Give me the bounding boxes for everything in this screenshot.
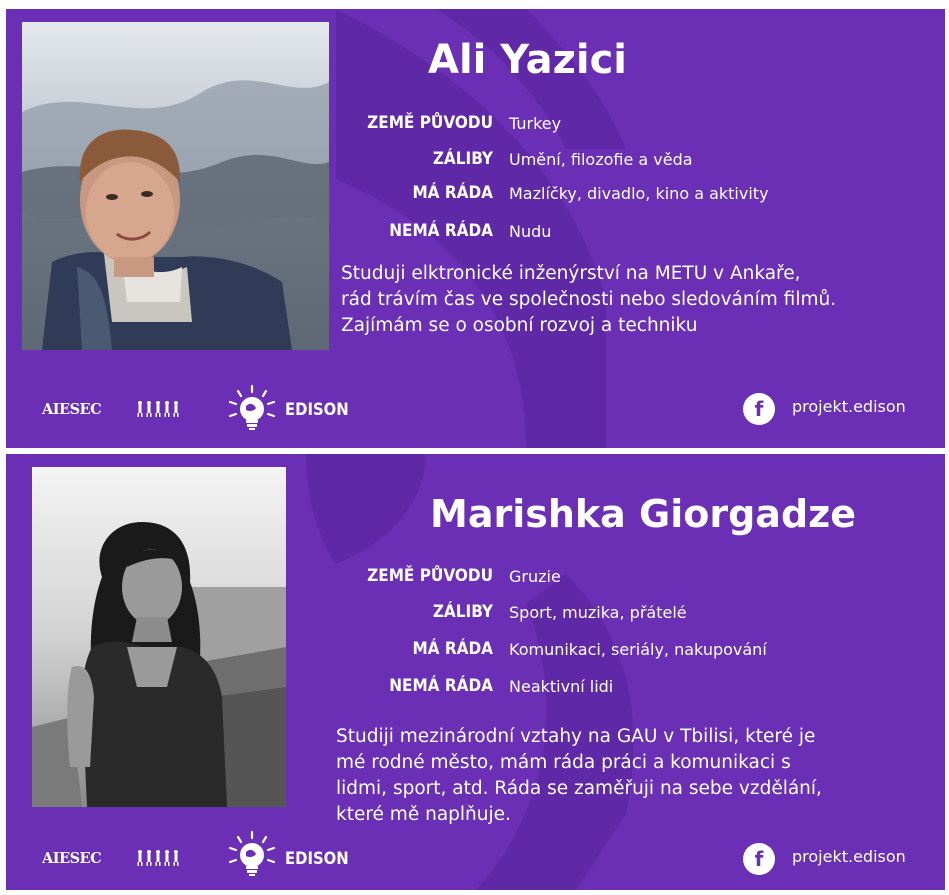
- field-hobbies: ZÁLIBY: [6, 602, 493, 626]
- aiesec-figures-icon: [137, 401, 179, 417]
- field-dislikes: NEMÁ RÁDA: [6, 676, 493, 700]
- bio-line: Studiji mezinárodní vztahy na GAU v Tbil…: [336, 726, 816, 747]
- bio-line: Studuji elktronické inženýrství na METU …: [341, 263, 801, 284]
- facebook-handle-link[interactable]: projekt.edison: [792, 847, 906, 866]
- field-label: ZÁLIBY: [432, 602, 493, 622]
- aiesec-logo: AIESEC: [42, 401, 102, 418]
- aiesec-figures-icon: [137, 850, 179, 866]
- bio-line: rád trávím čas ve společnosti nebo sledo…: [341, 289, 837, 310]
- field-label: ZEMĚ PŮVODU: [367, 566, 493, 586]
- profile-card: Marishka Giorgadze ZEMĚ PŮVODU Gruzie ZÁ…: [6, 454, 945, 890]
- field-value-hobbies: Sport, muzika, přátelé: [509, 603, 687, 622]
- field-value-origin: Gruzie: [509, 567, 561, 586]
- profile-card: Ali Yazici ZEMĚ PŮVODU Turkey ZÁLIBY Umě…: [6, 9, 945, 448]
- field-value-origin: Turkey: [509, 114, 562, 133]
- field-likes: MÁ RÁDA: [6, 183, 493, 207]
- person-name: Marishka Giorgadze: [430, 492, 857, 536]
- bio-text: Studiji mezinárodní vztahy na GAU v Tbil…: [336, 724, 936, 828]
- bio-line: mé rodné město, mám ráda práci a komunik…: [336, 752, 791, 773]
- field-hobbies: ZÁLIBY: [6, 149, 493, 173]
- lightbulb-icon: [228, 384, 276, 430]
- edison-logo: EDISON: [285, 849, 349, 868]
- bio-line: které mě naplňuje.: [336, 804, 511, 825]
- bio-text: Studuji elktronické inženýrství na METU …: [341, 261, 941, 339]
- field-label: MÁ RÁDA: [412, 183, 493, 203]
- field-label: ZÁLIBY: [432, 149, 493, 169]
- field-value-likes: Komunikaci, seriály, nakupování: [509, 640, 767, 659]
- aiesec-logo: AIESEC: [42, 850, 102, 867]
- facebook-icon[interactable]: f: [743, 843, 775, 875]
- field-dislikes: NEMÁ RÁDA: [6, 221, 493, 245]
- profile-photo: [32, 467, 286, 807]
- field-value-dislikes: Nudu: [509, 222, 552, 241]
- bio-line: lidmi, sport, atd. Ráda se zaměřuji na s…: [336, 778, 822, 799]
- field-origin: ZEMĚ PŮVODU: [6, 566, 493, 590]
- field-label: MÁ RÁDA: [412, 639, 493, 659]
- field-origin: ZEMĚ PŮVODU: [6, 113, 493, 137]
- facebook-icon[interactable]: f: [743, 393, 775, 425]
- edison-logo: EDISON: [285, 400, 349, 419]
- field-label: NEMÁ RÁDA: [389, 676, 493, 696]
- person-name: Ali Yazici: [428, 37, 628, 83]
- field-label: ZEMĚ PŮVODU: [367, 113, 493, 133]
- field-value-likes: Mazlíčky, divadlo, kino a aktivity: [509, 184, 769, 203]
- field-label: NEMÁ RÁDA: [389, 221, 493, 241]
- lightbulb-icon: [228, 830, 276, 876]
- field-likes: MÁ RÁDA: [6, 639, 493, 663]
- field-value-hobbies: Umění, filozofie a věda: [509, 150, 693, 169]
- bio-line: Zajímám se o osobní rozvoj a techniku: [341, 315, 698, 336]
- field-value-dislikes: Neaktivní lidi: [509, 677, 614, 696]
- facebook-handle-link[interactable]: projekt.edison: [792, 397, 906, 416]
